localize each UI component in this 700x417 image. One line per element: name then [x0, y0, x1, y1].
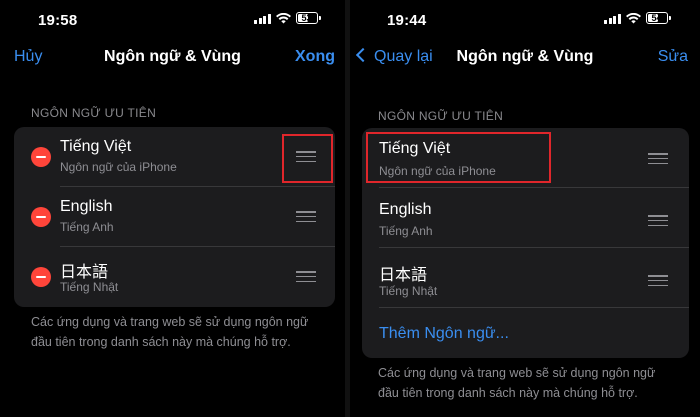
- status-icons: 53: [254, 12, 321, 24]
- right-screen: 19:44 54 Ngôn ngữ & Vùng Quay lại Sửa NG…: [350, 0, 700, 417]
- section-header: NGÔN NGỮ ƯU TIÊN: [31, 106, 157, 120]
- reorder-handle-icon[interactable]: [296, 271, 316, 282]
- language-subtitle: Ngôn ngữ của iPhone: [60, 160, 177, 174]
- add-language-button[interactable]: Thêm Ngôn ngữ...: [379, 325, 509, 343]
- status-icons: 54: [604, 12, 671, 24]
- battery-level: 53: [301, 12, 312, 23]
- chevron-left-icon: [355, 47, 371, 63]
- delete-language-button[interactable]: [31, 207, 51, 227]
- language-row[interactable]: 日本語 Tiếng Nhật: [362, 248, 689, 308]
- language-row[interactable]: English Tiếng Anh: [14, 187, 335, 247]
- footer-line: đầu tiên trong danh sách này mà chúng hỗ…: [378, 386, 638, 400]
- reorder-handle-icon[interactable]: [296, 211, 316, 222]
- footer-note: Các ứng dụng và trang web sẽ sử dụng ngô…: [378, 363, 655, 403]
- wifi-icon: [625, 12, 641, 23]
- row-divider: [379, 307, 689, 308]
- language-subtitle: Tiếng Anh: [379, 224, 433, 238]
- battery-level: 54: [651, 12, 662, 23]
- status-time: 19:58: [38, 12, 78, 29]
- battery-icon: 53: [295, 12, 321, 24]
- delete-language-button[interactable]: [31, 267, 51, 287]
- nav-bar: Ngôn ngữ & Vùng Quay lại Sửa: [350, 46, 700, 70]
- wifi-icon: [275, 12, 291, 23]
- done-button[interactable]: Xong: [295, 48, 335, 66]
- status-time: 19:44: [387, 12, 427, 29]
- back-button-label: Quay lại: [374, 48, 433, 65]
- highlight-box-reorder-handle: [282, 134, 333, 183]
- language-name: English: [379, 201, 432, 218]
- cellular-signal-icon: [604, 13, 621, 24]
- language-subtitle: Tiếng Nhật: [379, 284, 438, 298]
- language-subtitle: Tiếng Nhật: [60, 280, 119, 294]
- cellular-signal-icon: [254, 13, 271, 24]
- language-name: 日本語: [379, 267, 428, 284]
- footer-note: Các ứng dụng và trang web sẽ sử dụng ngô…: [31, 312, 308, 352]
- footer-line: Các ứng dụng và trang web sẽ sử dụng ngô…: [378, 366, 656, 380]
- reorder-handle-icon[interactable]: [648, 215, 668, 226]
- language-row[interactable]: English Tiếng Anh: [362, 188, 689, 248]
- reorder-handle-icon[interactable]: [648, 275, 668, 286]
- language-name: English: [60, 198, 113, 215]
- page-title: Ngôn ngữ & Vùng: [104, 48, 241, 65]
- language-row[interactable]: 日本語 Tiếng Nhật: [14, 247, 335, 307]
- reorder-handle-icon[interactable]: [648, 153, 668, 164]
- highlight-box-primary-language: [366, 132, 551, 183]
- language-name: Tiếng Việt: [60, 138, 132, 155]
- battery-icon: 54: [645, 12, 671, 24]
- back-button[interactable]: Quay lại: [355, 47, 433, 66]
- footer-line: đầu tiên trong danh sách này mà chúng hỗ…: [31, 335, 291, 349]
- edit-button[interactable]: Sửa: [658, 48, 688, 66]
- section-header: NGÔN NGỮ ƯU TIÊN: [378, 109, 504, 123]
- left-screen: 19:58 53 Ngôn ngữ & Vùng Hủy Xong NGÔN N…: [0, 0, 345, 417]
- language-name: 日本語: [60, 264, 109, 281]
- nav-bar: Ngôn ngữ & Vùng Hủy Xong: [0, 46, 345, 70]
- footer-line: Các ứng dụng và trang web sẽ sử dụng ngô…: [31, 315, 309, 329]
- delete-language-button[interactable]: [31, 147, 51, 167]
- language-subtitle: Tiếng Anh: [60, 220, 114, 234]
- cancel-button[interactable]: Hủy: [14, 48, 42, 66]
